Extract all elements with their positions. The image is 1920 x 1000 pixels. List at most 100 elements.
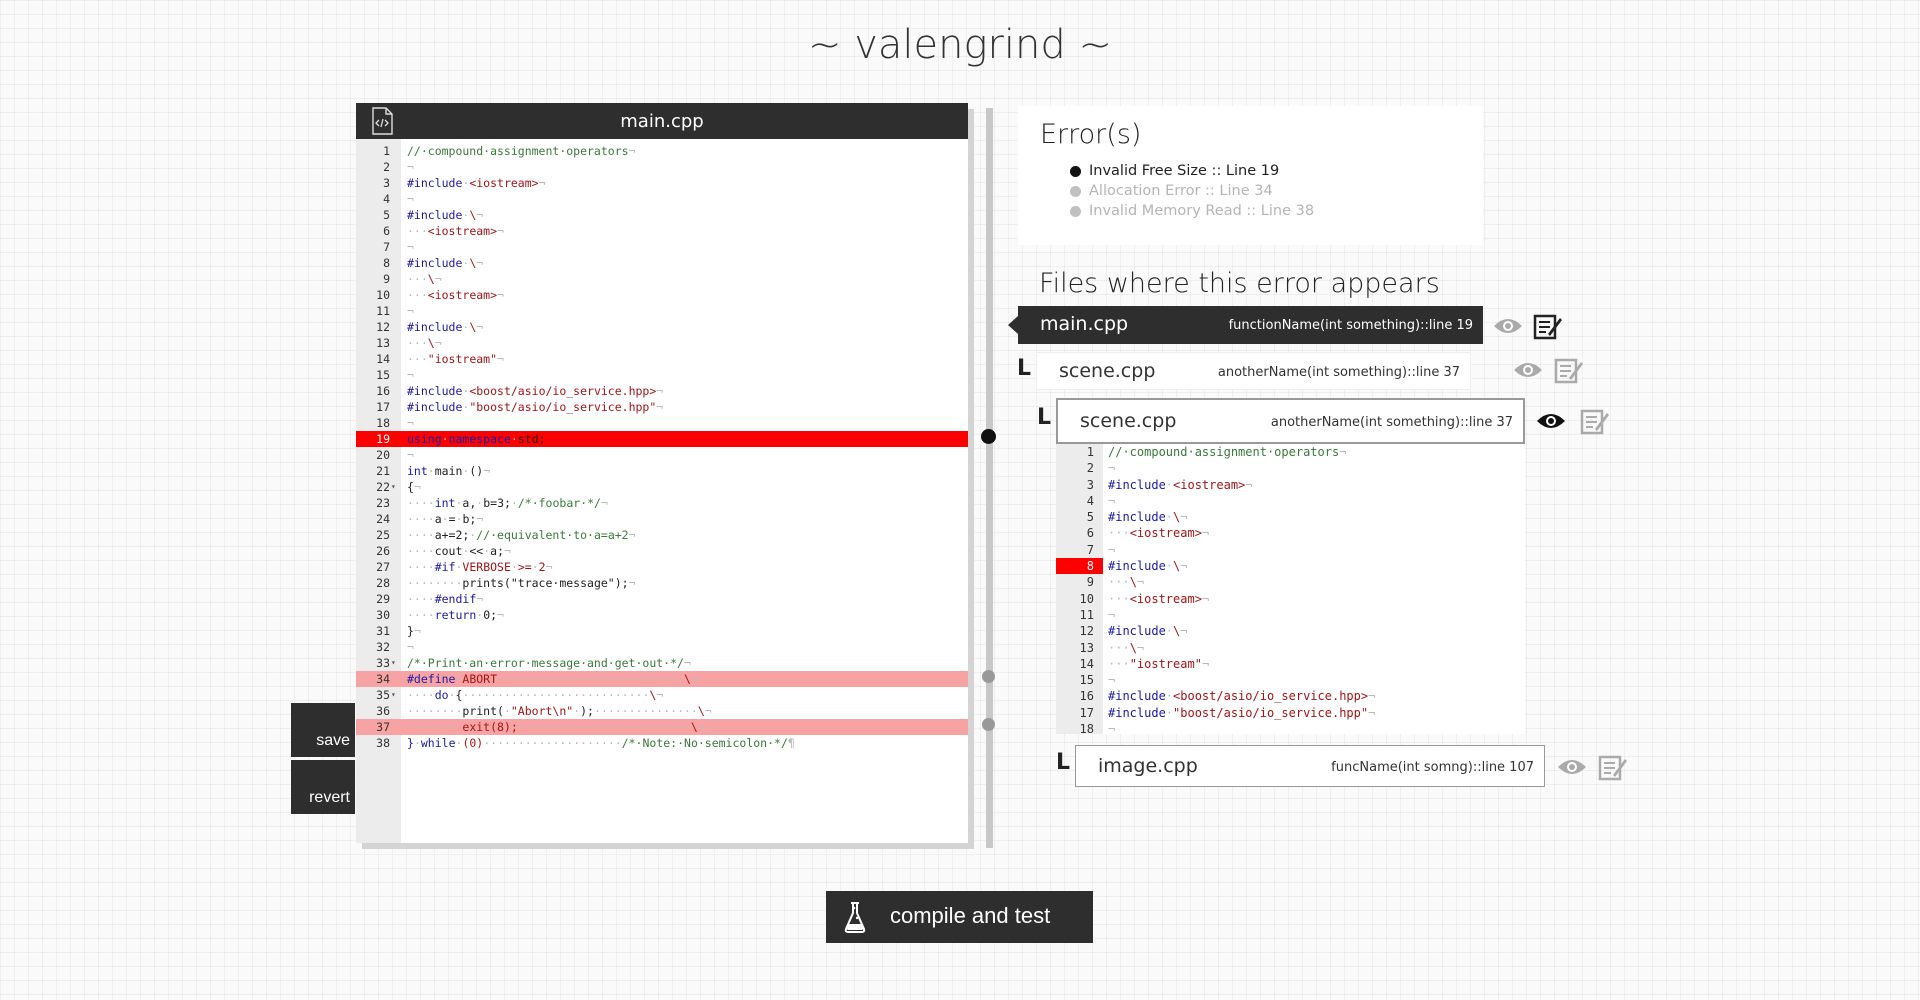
code-line[interactable]: 11 ¬ (1056, 607, 1525, 623)
file-row-image[interactable]: image.cpp funcName(int somng)::line 107 (1075, 745, 1545, 787)
code-line[interactable]: 7 ¬ (356, 239, 968, 255)
code-preview[interactable]: 1//·compound·assignment·operators¬ 2 ¬ 3 #in… (1056, 444, 1525, 737)
code-line[interactable]: 10 ···<iostream>¬ (1056, 591, 1525, 607)
code-line[interactable]: 9 ···\¬ (1056, 574, 1525, 590)
fold-toggle-icon[interactable]: ▾ (391, 479, 396, 495)
code-editor[interactable]: main.cpp 1 //·compound·assignment·operato… (356, 103, 968, 843)
highlighted-code-line[interactable]: 37 ········exit(8);······················… (356, 719, 968, 735)
code-line[interactable]: 8 #include·\¬ (356, 255, 968, 271)
code-line[interactable]: 17 #include·"boost/asio/io_service.hpp"¬ (356, 399, 968, 415)
code-line[interactable]: 12 #include·\¬ (1056, 623, 1525, 639)
code-line[interactable]: 5 #include·\¬ (1056, 509, 1525, 525)
code-line[interactable]: 36 ········print(·"Abort\n"·);···········… (356, 703, 968, 719)
code-line[interactable]: 16 #include·<boost/asio/io_service.hpp>¬ (356, 383, 968, 399)
code-line[interactable]: 32 ¬ (356, 639, 968, 655)
editor-header: main.cpp (356, 103, 968, 139)
code-line[interactable]: 3 #include·<iostream>¬ (356, 175, 968, 191)
code-text: ···<iostream>¬ (1108, 526, 1210, 541)
compile-and-test-button[interactable]: compile and test (826, 891, 1093, 943)
code-text: ¬ (407, 160, 414, 174)
code-line[interactable]: 20 ¬ (356, 447, 968, 463)
file-row-scene[interactable]: scene.cpp anotherName(int something)::li… (1036, 352, 1471, 390)
code-line[interactable]: 23 ····int·a,·b=3;·/*·foobar·*/¬ (356, 495, 968, 511)
code-line[interactable]: 22 ▾ {¬ (356, 479, 968, 495)
code-line[interactable]: 24 ····a·=·b;¬ (356, 511, 968, 527)
code-line[interactable]: 27 ····#if·VERBOSE·>=·2¬ (356, 559, 968, 575)
code-line[interactable]: 25 ····a+=2;·//·equivalent·to·a=a+2¬ (356, 527, 968, 543)
code-line[interactable]: 10 ···<iostream>¬ (356, 287, 968, 303)
code-line[interactable]: 4 ¬ (1056, 493, 1525, 509)
code-line[interactable]: 18 ¬ (356, 415, 968, 431)
code-line[interactable]: 26 ····cout·<<·a;¬ (356, 543, 968, 559)
code-line[interactable]: 3 #include·<iostream>¬ (1056, 477, 1525, 493)
code-line[interactable]: 38}·while·(0)····················/*·Note… (356, 735, 968, 751)
code-line[interactable]: 9 ···\¬ (356, 271, 968, 287)
edit-icon[interactable] (1598, 753, 1628, 781)
code-line[interactable]: 33 ▾ /*·Print·an·error·message·and·get·out… (356, 655, 968, 671)
highlighted-code-line[interactable]: 34 #define·ABORT·························… (356, 671, 968, 687)
code-line[interactable]: 31}¬ (356, 623, 968, 639)
code-line[interactable]: 15 ¬ (1056, 672, 1525, 688)
code-text: ····int·a,·b=3;·/*·foobar·*/¬ (407, 496, 608, 510)
fold-toggle-icon[interactable]: ▾ (391, 687, 396, 703)
edit-icon[interactable] (1533, 312, 1563, 340)
code-line[interactable]: 1 //·compound·assignment·operators¬ (356, 143, 968, 159)
code-line[interactable]: 15 ¬ (356, 367, 968, 383)
file-row-scene-expanded[interactable]: scene.cpp anotherName(int something)::li… (1056, 398, 1525, 444)
code-line[interactable]: 5 #include·\¬ (356, 207, 968, 223)
code-text: ····a+=2;·//·equivalent·to·a=a+2¬ (407, 528, 636, 542)
active-error-marker[interactable] (981, 429, 996, 444)
code-line[interactable]: 1 //·compound·assignment·operators¬ (1056, 444, 1525, 460)
edit-icon[interactable] (1580, 407, 1610, 435)
code-line[interactable]: 6 ···<iostream>¬ (356, 223, 968, 239)
code-text: ¬ (407, 304, 414, 318)
code-line[interactable]: 17 #include·"boost/asio/io_service.hpp"¬ (1056, 705, 1525, 721)
error-item[interactable]: Invalid Free Size :: Line 19 (1070, 161, 1314, 181)
code-line[interactable]: 35 ▾ ····do·{···························\¬ (356, 687, 968, 703)
code-line[interactable]: 28 ········prints("trace·message");¬ (356, 575, 968, 591)
save-button[interactable]: save (291, 703, 355, 757)
code-line[interactable]: 14 ···"iostream"¬ (1056, 656, 1525, 672)
preview-code-area[interactable]: 1//·compound·assignment·operators¬ 2 ¬ 3 #in… (1056, 444, 1525, 737)
line-number: 13 (376, 336, 390, 350)
code-line[interactable]: 30 ····return·0;¬ (356, 607, 968, 623)
code-line[interactable]: 2 ¬ (1056, 460, 1525, 476)
code-line[interactable]: 4 ¬ (356, 191, 968, 207)
code-line[interactable]: 16 #include·<boost/asio/io_service.hpp>¬ (1056, 688, 1525, 704)
code-text: #include·\¬ (1108, 624, 1188, 639)
code-line[interactable]: 6 ···<iostream>¬ (1056, 525, 1525, 541)
eye-icon[interactable] (1512, 359, 1544, 381)
eye-icon[interactable] (1535, 410, 1567, 432)
code-line[interactable]: 13 ···\¬ (356, 335, 968, 351)
error-item[interactable]: Invalid Memory Read :: Line 38 (1070, 201, 1314, 221)
revert-button[interactable]: revert (291, 760, 355, 814)
code-line[interactable]: 13 ···\¬ (1056, 640, 1525, 656)
eye-icon[interactable] (1556, 756, 1588, 778)
code-line[interactable]: 18 ¬ (1056, 721, 1525, 737)
error-marker[interactable] (982, 670, 995, 683)
editor-scrollbar[interactable] (986, 108, 993, 848)
code-line[interactable]: 2 ¬ (356, 159, 968, 175)
fold-toggle-icon[interactable]: ▾ (391, 655, 396, 671)
line-number: 7 (1086, 542, 1094, 557)
error-marker[interactable] (982, 718, 995, 731)
code-line[interactable]: 7 ¬ (1056, 542, 1525, 558)
edit-icon[interactable] (1554, 356, 1584, 384)
code-line[interactable]: 29 ····#endif¬ (356, 591, 968, 607)
line-number: 9 (383, 272, 390, 286)
error-code-line[interactable]: 8 #include·\¬ (1056, 558, 1525, 575)
file-row-main[interactable]: main.cpp functionName(int something)::li… (1018, 306, 1483, 344)
function-location: functionName(int something)::line 19 (1228, 318, 1473, 333)
eye-icon[interactable] (1492, 315, 1524, 337)
code-text: ¬ (1108, 493, 1116, 508)
error-item[interactable]: Allocation Error :: Line 34 (1070, 181, 1314, 201)
error-item-label: Allocation Error :: Line 34 (1089, 183, 1273, 199)
code-text: ····#endif¬ (407, 592, 484, 606)
code-line[interactable]: 11 ¬ (356, 303, 968, 319)
code-text: ···\¬ (407, 272, 442, 286)
code-area[interactable]: 1//·compound·assignment·operators¬ 2 ¬ 3 #in… (356, 143, 968, 751)
code-line[interactable]: 21 int·main·()¬ (356, 463, 968, 479)
code-line[interactable]: 14 ···"iostream"¬ (356, 351, 968, 367)
code-line[interactable]: 12 #include·\¬ (356, 319, 968, 335)
error-code-line[interactable]: 19 using·namespace·std; (356, 431, 968, 447)
